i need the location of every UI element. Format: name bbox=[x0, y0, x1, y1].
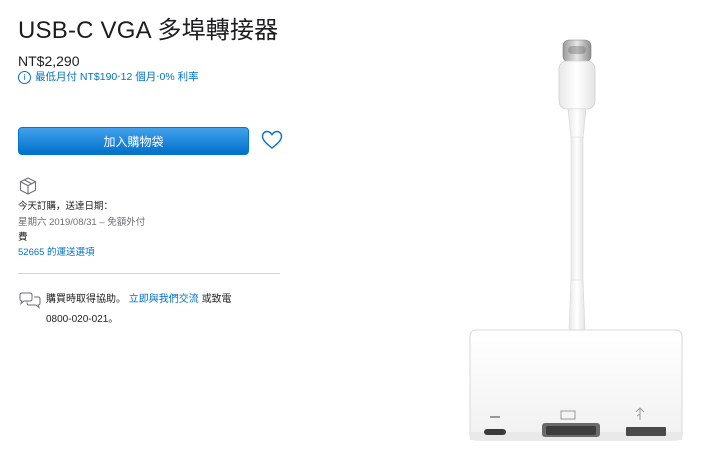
installment-info[interactable]: i 最低月付 NT$190‧12 個月‧0% 利率 bbox=[18, 70, 199, 84]
delivery-date-continued: 費 bbox=[18, 232, 28, 243]
chat-now-link[interactable]: 立即與我們交流 bbox=[129, 294, 199, 305]
delivery-heading: 今天訂購，送達日期： bbox=[18, 201, 114, 212]
delivery-options-link[interactable]: 52665 的運送選項 bbox=[18, 246, 95, 259]
product-price: NT$2,290 bbox=[18, 53, 80, 69]
divider bbox=[18, 273, 280, 274]
installment-text: 最低月付 NT$190‧12 個月‧0% 利率 bbox=[35, 71, 199, 83]
help-prefix: 購買時取得協助。 bbox=[46, 294, 126, 305]
help-phone: 0800-020-021。 bbox=[46, 314, 119, 325]
add-to-bag-button[interactable]: 加入購物袋 bbox=[18, 127, 249, 155]
info-icon: i bbox=[18, 70, 31, 84]
heart-icon[interactable] bbox=[261, 130, 283, 150]
help-suffix: 或致電 bbox=[201, 294, 232, 305]
delivery-date: 星期六 2019/08/31 – 免額外付 bbox=[18, 217, 146, 228]
product-title: USB-C VGA 多埠轉接器 bbox=[18, 17, 279, 44]
box-icon bbox=[19, 177, 37, 195]
chat-bubbles-icon bbox=[19, 292, 41, 309]
help-text: 購買時取得協助。 立即與我們交流 或致電 bbox=[46, 293, 232, 307]
product-image bbox=[469, 39, 683, 441]
